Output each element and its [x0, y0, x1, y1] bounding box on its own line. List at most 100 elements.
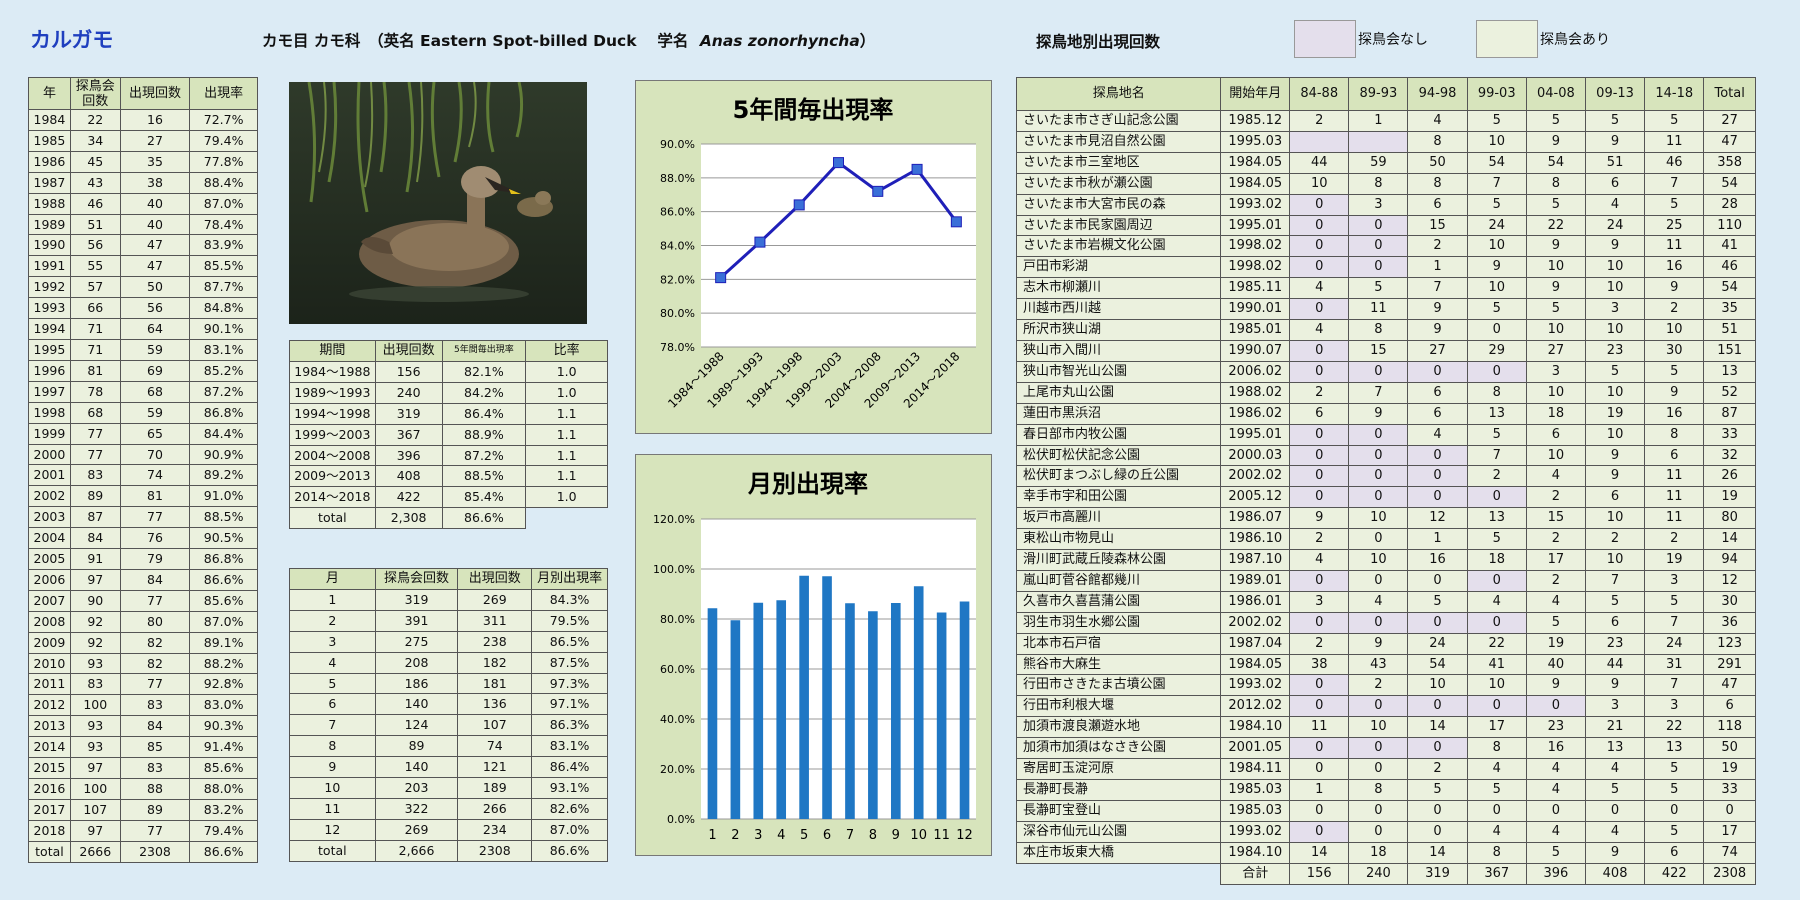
site-count-cell: 0 — [1289, 611, 1350, 634]
site-count-cell: 0 — [1348, 695, 1409, 718]
site-count-cell: 3 — [1348, 193, 1409, 216]
site-count-cell: 8 — [1466, 737, 1527, 760]
year-table-cell: 1997 — [28, 380, 71, 403]
table-row: 幸手市宇和田公園 2005.12 0 0 0 0 2 6 11 19 — [1015, 486, 1756, 509]
year-table-cell: 77.8% — [189, 150, 258, 173]
site-start-date: 1995.03 — [1220, 130, 1291, 153]
site-table-total-row: 合計 156 240 319 367 396 408 422 2308 — [1017, 862, 1756, 885]
site-start-date: 1987.10 — [1220, 549, 1291, 571]
site-table-header-cell: 94-98 — [1407, 77, 1468, 111]
site-count-cell: 15 — [1407, 214, 1468, 237]
site-count-cell: 19 — [1525, 632, 1586, 655]
year-table-cell: 83 — [69, 673, 121, 696]
site-count-cell: 9 — [1644, 277, 1705, 300]
year-table-header-cell: 年 — [28, 77, 71, 110]
table-row: 寄居町玉淀河原 1984.11 0 0 2 4 4 4 5 19 — [1015, 758, 1756, 780]
month-table-cell: 74 — [457, 735, 533, 758]
year-table-cell: 51 — [69, 213, 121, 236]
site-name: 松伏町松伏記念公園 — [1015, 444, 1222, 467]
site-start-date: 1987.04 — [1220, 632, 1291, 655]
site-count-cell: 17 — [1466, 716, 1527, 739]
site-start-date: 1985.01 — [1220, 319, 1291, 341]
site-count-cell: 18 — [1466, 549, 1527, 571]
year-table-cell: 46 — [69, 192, 121, 215]
table-row: 2015 97 83 85.6% — [28, 757, 258, 779]
period-table-cell: 86.4% — [441, 402, 527, 425]
table-row: 上尾市丸山公園 1988.02 2 7 6 8 10 10 9 52 — [1015, 381, 1756, 404]
site-table-total-cell: 2308 — [1703, 862, 1756, 885]
table-row: 12 269 234 87.0% — [289, 818, 608, 841]
year-table-cell: 56 — [119, 297, 191, 320]
site-count-cell: 6 — [1584, 172, 1646, 195]
site-count-cell: 4 — [1289, 549, 1350, 571]
site-count-cell: 4 — [1407, 423, 1468, 446]
month-table-cell: 93.1% — [531, 777, 608, 799]
site-count-cell: 1 — [1407, 256, 1468, 279]
site-count-cell: 4 — [1525, 758, 1586, 780]
site-count-cell: 7 — [1644, 611, 1705, 634]
year-table-cell: 100 — [69, 694, 121, 717]
year-table-cell: 2004 — [28, 527, 71, 550]
site-count-cell: 19 — [1644, 549, 1705, 571]
site-count-cell: 1 — [1348, 110, 1409, 132]
site-count-cell: 5 — [1584, 110, 1646, 132]
site-count-cell: 8 — [1407, 172, 1468, 195]
y-tick-label: 88.0% — [660, 172, 695, 185]
month-table-cell: 3 — [289, 630, 376, 653]
period-table-header-cell: 期間 — [289, 340, 376, 362]
site-count-cell: 4 — [1584, 820, 1646, 843]
period-table-cell: 2004～2008 — [289, 444, 376, 467]
site-count-cell: 8 — [1466, 841, 1527, 864]
site-name: 行田市利根大堰 — [1015, 695, 1222, 718]
site-count-cell: 7 — [1348, 381, 1409, 404]
site-count-cell: 9 — [1525, 277, 1586, 300]
site-count-cell: 54 — [1407, 653, 1468, 676]
site-name: 長瀞町長瀞 — [1015, 779, 1222, 801]
month-table-cell: 275 — [374, 630, 459, 653]
month-table-cell: 87.5% — [531, 651, 608, 674]
year-table-cell: 2018 — [28, 819, 71, 842]
site-start-date: 2000.03 — [1220, 444, 1291, 467]
site-count-cell: 2 — [1466, 465, 1527, 488]
site-count-cell: 94 — [1703, 549, 1756, 571]
site-name: 長瀞町宝登山 — [1015, 799, 1222, 822]
site-count-cell: 6 — [1407, 381, 1468, 404]
site-count-cell: 26 — [1703, 465, 1756, 488]
site-count-cell: 22 — [1525, 214, 1586, 237]
site-count-cell: 0 — [1348, 799, 1409, 822]
month-table-cell: 7 — [289, 714, 376, 737]
site-count-cell: 54 — [1525, 151, 1586, 174]
site-count-cell: 87 — [1703, 402, 1756, 425]
classification-text: カモ目 カモ科 （英名 Eastern Spot-billed Duck 学名 — [262, 32, 689, 50]
site-count-cell: 0 — [1466, 360, 1527, 383]
site-table-header: 探鳥地名 開始年月 84-88 89-93 94-98 99-03 04-08 09-13 14… — [1015, 77, 1756, 111]
site-count-cell: 5 — [1466, 110, 1527, 132]
period-table-cell: 422 — [374, 486, 443, 509]
site-count-cell: 17 — [1703, 820, 1756, 843]
site-count-cell: 2 — [1644, 528, 1705, 551]
site-table-header-cell: 84-88 — [1289, 77, 1350, 111]
year-table-cell: 83.1% — [189, 338, 258, 361]
site-name: 狭山市智光山公園 — [1015, 360, 1222, 383]
year-table-cell: 107 — [69, 798, 121, 821]
table-row: 1987 43 38 88.4% — [28, 171, 258, 194]
site-count-cell: 10 — [1584, 256, 1646, 279]
bar — [776, 600, 787, 819]
year-table-cell: 88 — [119, 778, 191, 800]
site-count-cell: 0 — [1289, 569, 1350, 592]
month-table-cell: 1 — [289, 588, 376, 611]
site-count-cell: 46 — [1703, 256, 1756, 279]
year-table-cell: 88.0% — [189, 778, 258, 800]
year-table-cell: 83 — [69, 464, 121, 487]
month-table-cell: 2,666 — [374, 839, 459, 862]
month-table-cell: 86.5% — [531, 630, 608, 653]
site-count-cell: 18 — [1348, 841, 1409, 864]
table-row: 行田市利根大堰 2012.02 0 0 0 0 0 3 3 6 — [1015, 695, 1756, 718]
site-count-cell: 10 — [1466, 130, 1527, 153]
data-point — [754, 236, 766, 248]
table-row: 1994 71 64 90.1% — [28, 318, 258, 340]
site-count-cell: 9 — [1644, 381, 1705, 404]
table-row: 2004 84 76 90.5% — [28, 527, 258, 550]
site-count-cell: 110 — [1703, 214, 1756, 237]
table-row: 1989 51 40 78.4% — [28, 213, 258, 236]
